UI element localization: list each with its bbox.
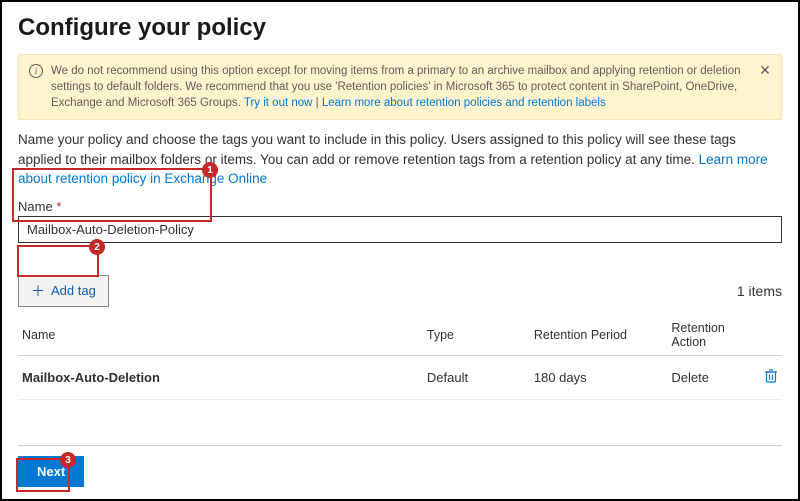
cell-type: Default	[423, 355, 530, 399]
annotation-number-1: 1	[202, 162, 218, 178]
table-header-row: Name Type Retention Period Retention Act…	[18, 315, 782, 356]
page-title: Configure your policy	[18, 14, 782, 42]
description-text: Name your policy and choose the tags you…	[18, 132, 736, 167]
table-row[interactable]: Mailbox-Auto-Deletion Default 180 days D…	[18, 355, 782, 399]
annotation-callout-3: 3	[16, 458, 70, 492]
annotation-number-3: 3	[60, 452, 76, 468]
plus-icon: ＋	[31, 281, 45, 301]
info-icon: i	[29, 64, 43, 78]
tags-table: Name Type Retention Period Retention Act…	[18, 315, 782, 400]
annotation-number-2: 2	[89, 239, 105, 255]
info-bar: i We do not recommend using this option …	[18, 54, 782, 120]
add-tag-label: Add tag	[51, 283, 96, 298]
annotation-callout-1: 1	[12, 168, 212, 222]
cell-retention-period: 180 days	[530, 355, 668, 399]
col-header-actions	[750, 315, 782, 356]
col-header-name: Name	[18, 315, 423, 356]
try-it-link[interactable]: Try it out now	[244, 97, 313, 109]
footer: Next	[18, 445, 782, 487]
close-icon[interactable]: ✕	[757, 63, 773, 79]
col-header-retention-period: Retention Period	[530, 315, 668, 356]
col-header-retention-action: Retention Action	[667, 315, 750, 356]
annotation-callout-2: 2	[17, 245, 99, 277]
col-header-type: Type	[423, 315, 530, 356]
page-frame: Configure your policy i We do not recomm…	[0, 0, 800, 501]
trash-icon[interactable]	[764, 368, 778, 384]
learn-more-retention-labels-link[interactable]: Learn more about retention policies and …	[322, 97, 606, 109]
cell-retention-action: Delete	[667, 355, 750, 399]
tags-toolbar: ＋ Add tag 1 items	[18, 275, 782, 307]
add-tag-button[interactable]: ＋ Add tag	[18, 275, 109, 307]
items-count: 1 items	[737, 283, 782, 299]
cell-name: Mailbox-Auto-Deletion	[18, 355, 423, 399]
